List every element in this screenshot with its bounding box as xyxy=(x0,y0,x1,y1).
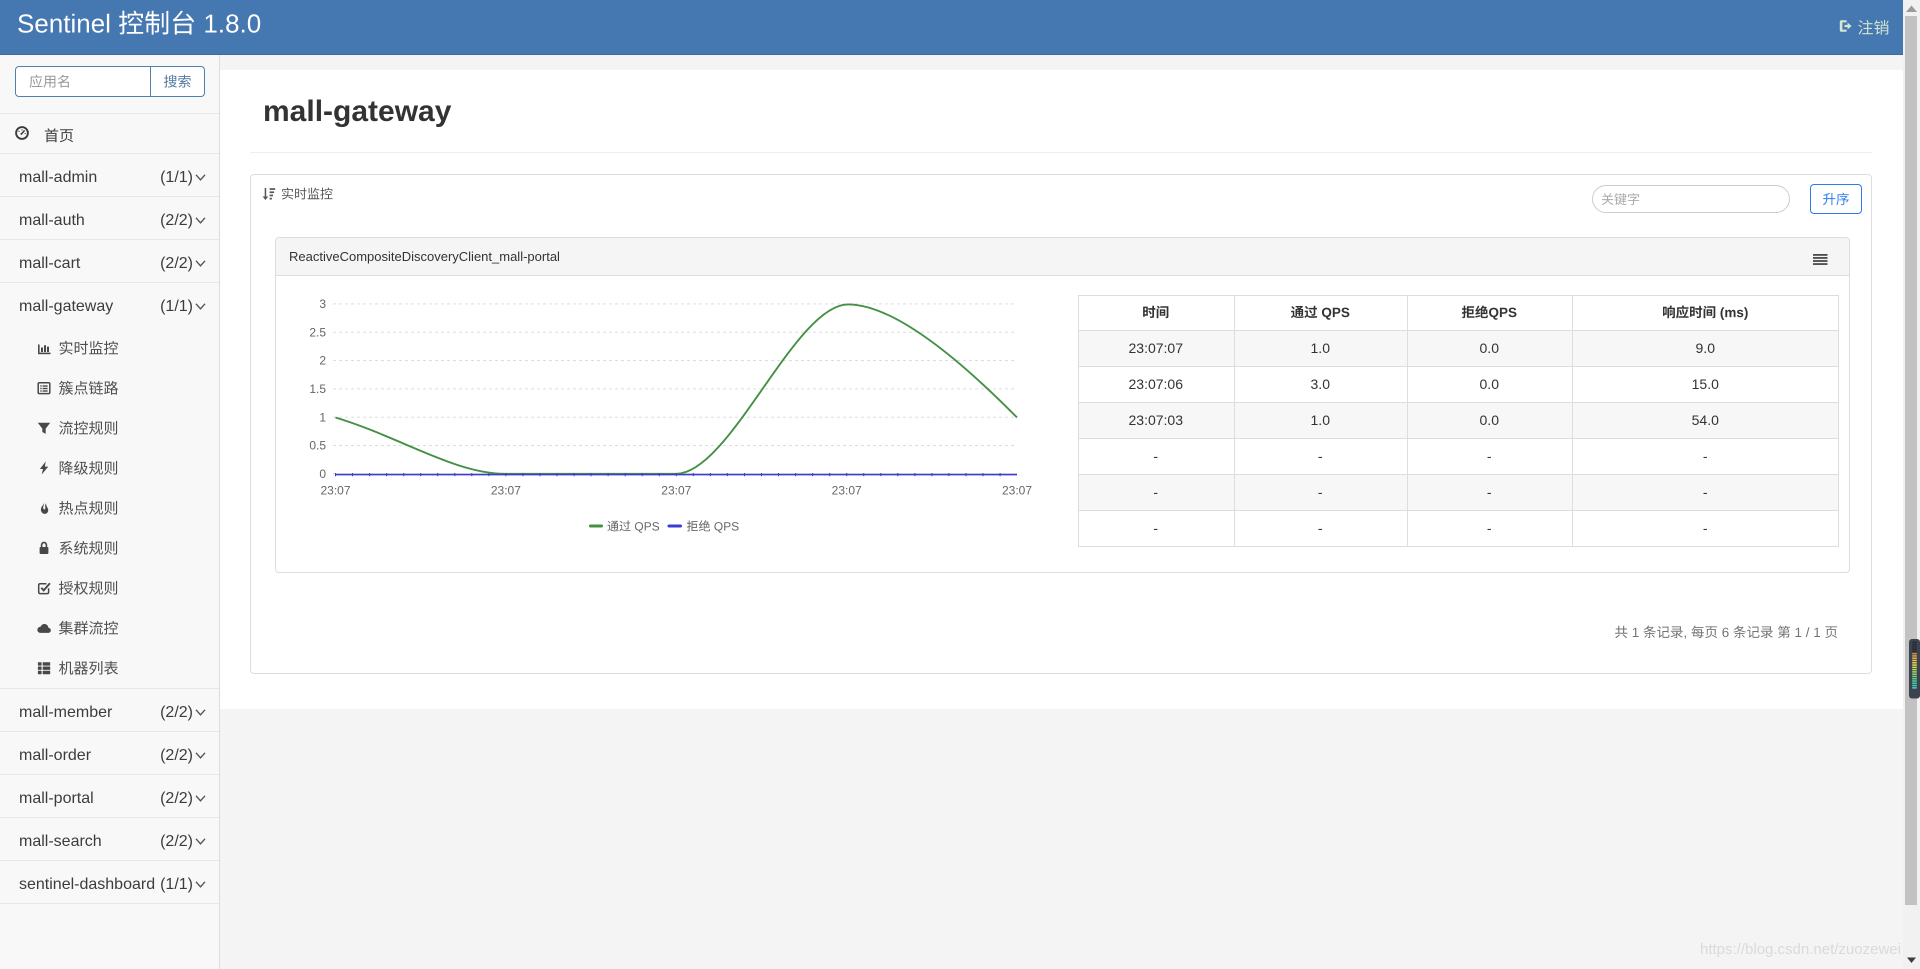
svg-text:3: 3 xyxy=(319,297,326,311)
svg-text:2.5: 2.5 xyxy=(309,325,326,339)
svg-text:0.5: 0.5 xyxy=(309,439,326,453)
svg-text:23:07: 23:07 xyxy=(1002,484,1032,498)
svg-text:23:07: 23:07 xyxy=(320,484,350,498)
svg-text:0: 0 xyxy=(319,467,326,481)
svg-text:23:07: 23:07 xyxy=(491,484,521,498)
svg-text:2: 2 xyxy=(319,354,326,368)
svg-text:23:07: 23:07 xyxy=(661,484,691,498)
svg-text:1: 1 xyxy=(319,410,326,424)
svg-text:1.5: 1.5 xyxy=(309,382,326,396)
svg-text:23:07: 23:07 xyxy=(832,484,862,498)
